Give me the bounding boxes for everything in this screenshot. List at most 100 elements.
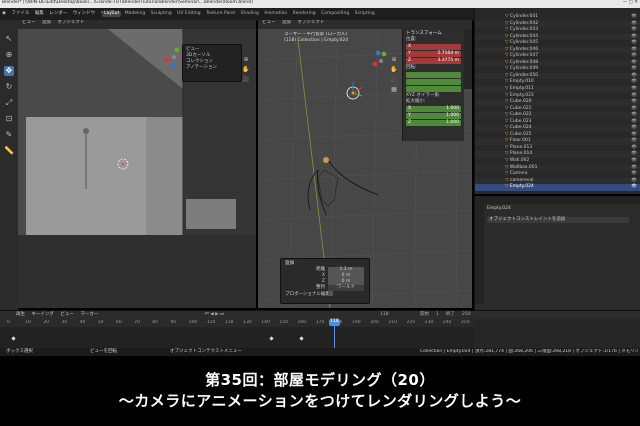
tab-layout[interactable]: Layout [102,11,122,17]
keyframe[interactable] [299,336,304,341]
timeline-menu-view[interactable]: ビュー [60,312,74,317]
timeline-tick-label: 10 [25,320,31,325]
proportional-checkbox[interactable] [328,291,333,296]
location-z-field[interactable]: Z 3.3775 m [406,58,461,64]
view-menu[interactable]: ビュー [258,20,276,25]
properties-tabs[interactable] [475,204,484,304]
object-menu[interactable]: オブジェクト [57,20,84,25]
visibility-eye-icon[interactable]: 👁 [631,27,637,34]
tab-texture-paint[interactable]: Texture Paint [204,11,237,17]
object-menu[interactable]: オブジェクト [297,20,324,25]
location-x-field[interactable]: X [406,44,461,50]
viewport-header: ビュー 追加 オブジェクト [258,20,472,29]
add-constraint-button[interactable]: オブジェクトコンストレイントを追加 [487,217,629,223]
visibility-eye-icon[interactable]: 👁 [631,171,637,178]
ortho-toggle-icon[interactable]: ▦ [390,86,398,94]
scale-tool-icon[interactable]: ⤢ [4,98,14,108]
current-frame-field[interactable]: 118 [380,311,389,319]
tab-sculpting[interactable]: Sculpting [149,11,174,17]
object-name-field[interactable]: Empty.024 [475,204,640,214]
timeline-tick-label: 80 [152,320,158,325]
outliner-row-label: Empty.011 [509,86,534,92]
timeline-menu-keying[interactable]: キーイング [31,312,54,317]
menu-file[interactable]: ファイル [11,11,29,17]
align-select[interactable]: ワールド [328,285,364,291]
menu-render[interactable]: レンダー [49,11,67,17]
timeline-ruler[interactable]: 0 10 20 30 40 50 60 70 80 90 100 110 118 130 140 150 160… [0,319,474,327]
visibility-eye-icon[interactable]: 👁 [631,79,637,86]
scale-z-field[interactable]: Z 1.000 [406,120,461,126]
frame-start-field[interactable]: 1 [436,311,439,319]
location-y-field[interactable]: Y 5.7164 m [406,51,461,57]
menu-edit[interactable]: 編集 [35,11,44,17]
keyframe[interactable] [11,336,16,341]
view-menu[interactable]: ビュー [18,20,36,25]
pan-hand-icon[interactable]: ✋ [242,66,250,74]
timeline-track[interactable] [0,327,474,349]
camera-view-icon[interactable]: 🎥 [390,76,398,84]
viewport-user-ortho[interactable]: ビュー 追加 オブジェクト ユーザー・平行投影 (ローカル) (118) Col… [258,20,472,308]
visibility-eye-icon[interactable]: 👁 [631,125,637,132]
tweak-tool-icon[interactable]: ↖ [4,34,14,44]
tab-rendering[interactable]: Rendering [291,11,318,17]
popup-item-annotation[interactable]: アノテーション [186,65,238,71]
camera-view-icon[interactable]: 🎥 [242,76,250,84]
rotation-x-field[interactable] [406,72,461,78]
playback-controls[interactable]: ⏮ ◀ ▶ ⏭ [205,312,224,317]
visibility-eye-icon[interactable]: 👁 [631,112,637,119]
timeline-menu-playback[interactable]: 再生 [16,312,25,317]
measure-tool-icon[interactable]: 📏 [4,146,14,156]
rotation-y-field[interactable] [406,79,461,85]
annotate-tool-icon[interactable]: ✎ [4,130,14,140]
keyframe[interactable] [269,336,274,341]
rotation-z-field[interactable] [406,86,461,92]
tab-uv-editing[interactable]: UV Editing [175,11,202,17]
visibility-eye-icon[interactable]: 👁 [631,66,637,73]
visibility-eye-icon[interactable]: 👁 [631,138,637,145]
transform-tool-icon[interactable]: ⊡ [4,114,14,124]
outliner-list: ▽ Cylinder.041 👁 ▽ Cylinder.042 👁 ▽ Cylinder… [475,8,640,191]
visibility-eye-icon[interactable]: 👁 [631,99,637,106]
navigation-gizmo-icon[interactable] [370,50,392,72]
sidebar-transform-panel: トランスフォーム 位置: X Y 5.7164 m Z 3.3775 m 回転: X… [402,29,464,141]
scale-x-field[interactable]: X 1.000 [406,106,461,112]
tab-shading[interactable]: Shading [239,11,261,17]
outliner-row-label: Cylinder.044 [509,33,539,39]
blender-logo-icon[interactable]: ◉ [2,11,6,17]
visibility-eye-icon[interactable]: 👁 [631,53,637,60]
zoom-icon[interactable]: ⊕ [390,56,398,64]
menu-window[interactable]: ウィンドウ [73,11,96,17]
tab-animation[interactable]: Animation [262,11,289,17]
zoom-icon[interactable]: ⊕ [242,56,250,64]
window-controls[interactable]: — ▢ ✕ [623,0,638,6]
timeline-tick-label: 150 [279,320,288,325]
add-menu[interactable]: 追加 [282,20,291,25]
visibility-eye-icon[interactable]: 👁 [631,151,637,158]
outliner-row-label: Cube.025 [509,131,532,137]
timeline-menu-marker[interactable]: マーカー [80,312,98,317]
cursor-tool-icon[interactable]: ⊕ [4,50,14,60]
visibility-eye-icon[interactable]: 👁 [631,14,637,21]
visibility-eye-icon[interactable]: 👁 [631,158,637,165]
visibility-eye-icon[interactable]: 👁 [631,40,637,47]
transform-gizmo-icon[interactable] [342,82,364,104]
timeline-header: 再生 キーイング ビュー マーカー ⏮ ◀ ▶ ⏭ 118 開始 1 終了 25… [0,311,640,319]
visibility-eye-icon[interactable]: 👁 [631,184,637,191]
last-operation-panel: 追加 距離 1.3 m X0 m Z0 m 整列 ワールド プロポーショナル編集 [280,258,370,304]
viewport-info: ユーザー・平行投影 (ローカル) (118) Collection | Empt… [284,32,348,44]
tab-modeling[interactable]: Modeling [123,11,147,17]
timeline-tick-label: 190 [352,320,361,325]
scale-y-field[interactable]: Y 1.000 [406,113,461,119]
outliner-row[interactable]: ▽ Empty.024 👁 [475,184,640,191]
visibility-eye-icon[interactable]: 👁 [631,86,637,93]
tab-compositing[interactable]: Compositing [319,11,351,17]
tab-scripting[interactable]: Scripting [353,11,377,17]
move-tool-icon[interactable]: ✥ [4,66,14,76]
frame-end-field[interactable]: 250 [462,311,471,319]
playhead-frame-badge[interactable]: 118 [329,319,340,326]
add-menu[interactable]: 追加 [42,20,51,25]
rotate-tool-icon[interactable]: ↻ [4,82,14,92]
pan-hand-icon[interactable]: ✋ [390,66,398,74]
sidebar-tabs[interactable] [464,29,472,89]
viewport-camera[interactable]: ビュー 追加 オブジェクト ビュー 3Dカーソル コレクション アノテーション [18,20,256,308]
